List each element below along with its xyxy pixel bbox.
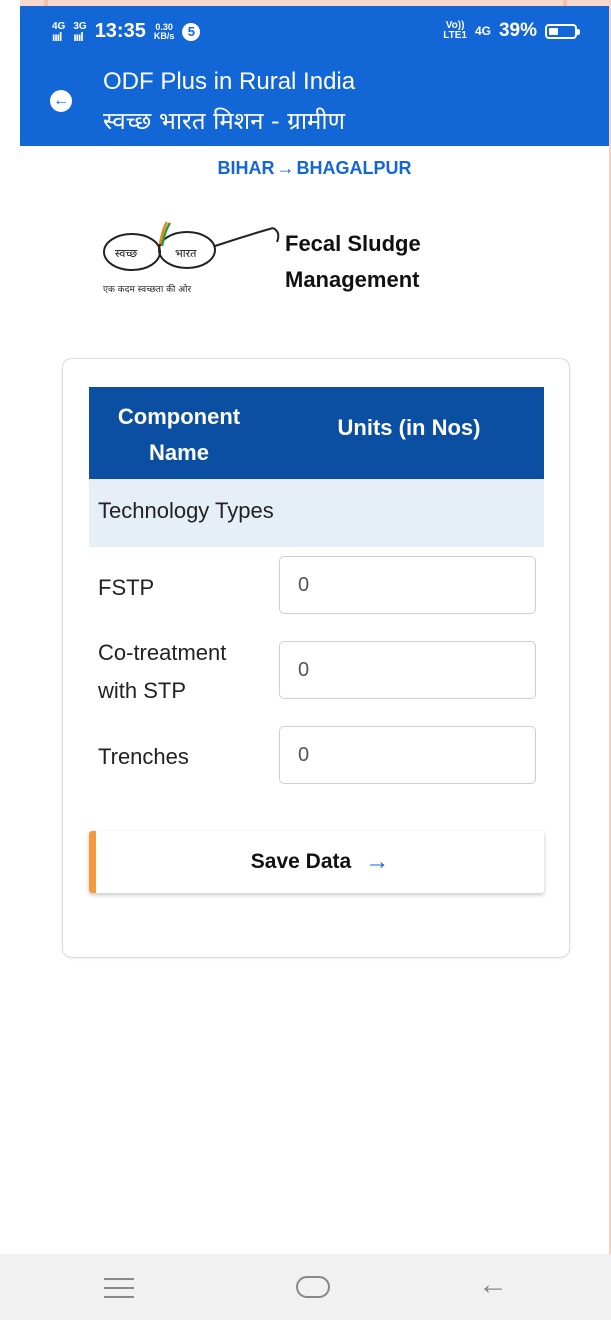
status-bar: 4G ıııl 3G ıııl 13:35 0.30 KB/s 5 Vo)) L… <box>20 6 609 58</box>
menu-icon[interactable] <box>104 1278 134 1298</box>
back-arrow-icon[interactable]: ← <box>478 1268 508 1302</box>
row-label-cotreatment-line2: with STP <box>98 678 187 703</box>
battery-icon <box>545 23 580 39</box>
status-right: Vo)) LTE1 4G 39% <box>443 20 580 42</box>
volte-icon: Vo)) LTE1 <box>443 21 467 41</box>
breadcrumb: BIHAR → BHAGALPUR <box>20 158 609 179</box>
network-speed: 0.30 KB/s <box>153 22 175 41</box>
logo-title-line1: Fecal Sludge <box>285 231 421 256</box>
save-data-label: Save Data <box>250 850 352 873</box>
status-time: 13:35 <box>94 20 146 42</box>
row-label-trenches: Trenches <box>98 738 189 776</box>
row-label-fstp-line1: FSTP <box>98 575 155 600</box>
sbm-logo: स्वच्छ भारत एक कदम स्वच्छता की ओर Fecal … <box>95 214 445 304</box>
system-nav-bar: ← <box>0 1254 611 1320</box>
signal-2-icon: 3G ıııl <box>73 20 87 44</box>
section-row: Technology Types <box>89 479 544 547</box>
row-label-trenches-line1: Trenches <box>98 744 189 769</box>
speed-unit: KB/s <box>153 30 175 41</box>
cotreatment-units-input[interactable] <box>279 641 536 699</box>
signal-1-icon: 4G ıııl <box>52 20 66 44</box>
header-subtitle: स्वच्छ भारत मिशन - ग्रामीण <box>103 107 345 135</box>
fstp-units-input[interactable] <box>279 556 536 614</box>
logo-left-word: स्वच्छ <box>115 247 138 260</box>
logo-title-line2: Management <box>285 267 420 292</box>
form-card: Component Name Units (in Nos) Technology… <box>62 358 570 958</box>
header-title: ODF Plus in Rural India <box>103 68 356 95</box>
volte-bottom: LTE1 <box>443 30 467 41</box>
section-title: Technology Types <box>98 498 274 523</box>
home-pill-icon[interactable] <box>296 1276 330 1298</box>
app-header: 4G ıııl 3G ıııl 13:35 0.30 KB/s 5 Vo)) L… <box>20 6 609 146</box>
arrow-left-circle-icon[interactable]: ← <box>50 90 72 112</box>
app-screen: 4G ıııl 3G ıııl 13:35 0.30 KB/s 5 Vo)) L… <box>20 6 609 1260</box>
logo-tagline: एक कदम स्वच्छता की ओर <box>103 285 192 295</box>
status-left: 4G ıııl 3G ıııl 13:35 0.30 KB/s 5 <box>52 20 201 44</box>
battery-percent: 39% <box>498 20 537 41</box>
notification-badge: 5 <box>182 22 201 41</box>
row-label-fstp: FSTP <box>98 569 154 607</box>
column-header-component: Component Name <box>89 399 269 471</box>
logo-right-word: भारत <box>175 247 197 260</box>
breadcrumb-state: BIHAR <box>217 158 275 178</box>
logo-title: Fecal Sludge Management <box>285 226 421 298</box>
column-header-component-line1: Component <box>117 404 241 429</box>
table-header: Component Name Units (in Nos) <box>89 387 544 479</box>
breadcrumb-district: BHAGALPUR <box>296 158 412 178</box>
battery-fill <box>549 27 558 35</box>
column-header-units: Units (in Nos) <box>337 415 481 440</box>
row-label-cotreatment: Co-treatment with STP <box>98 634 226 710</box>
breadcrumb-arrow-icon: → <box>276 158 295 178</box>
save-data-button[interactable]: Save Data → <box>89 831 544 893</box>
network-4g-label: 4G <box>474 24 491 38</box>
trenches-units-input[interactable] <box>279 726 536 784</box>
arrow-right-icon: → <box>365 848 390 875</box>
column-header-component-line2: Name <box>149 440 209 465</box>
row-label-cotreatment-line1: Co-treatment <box>98 640 227 665</box>
